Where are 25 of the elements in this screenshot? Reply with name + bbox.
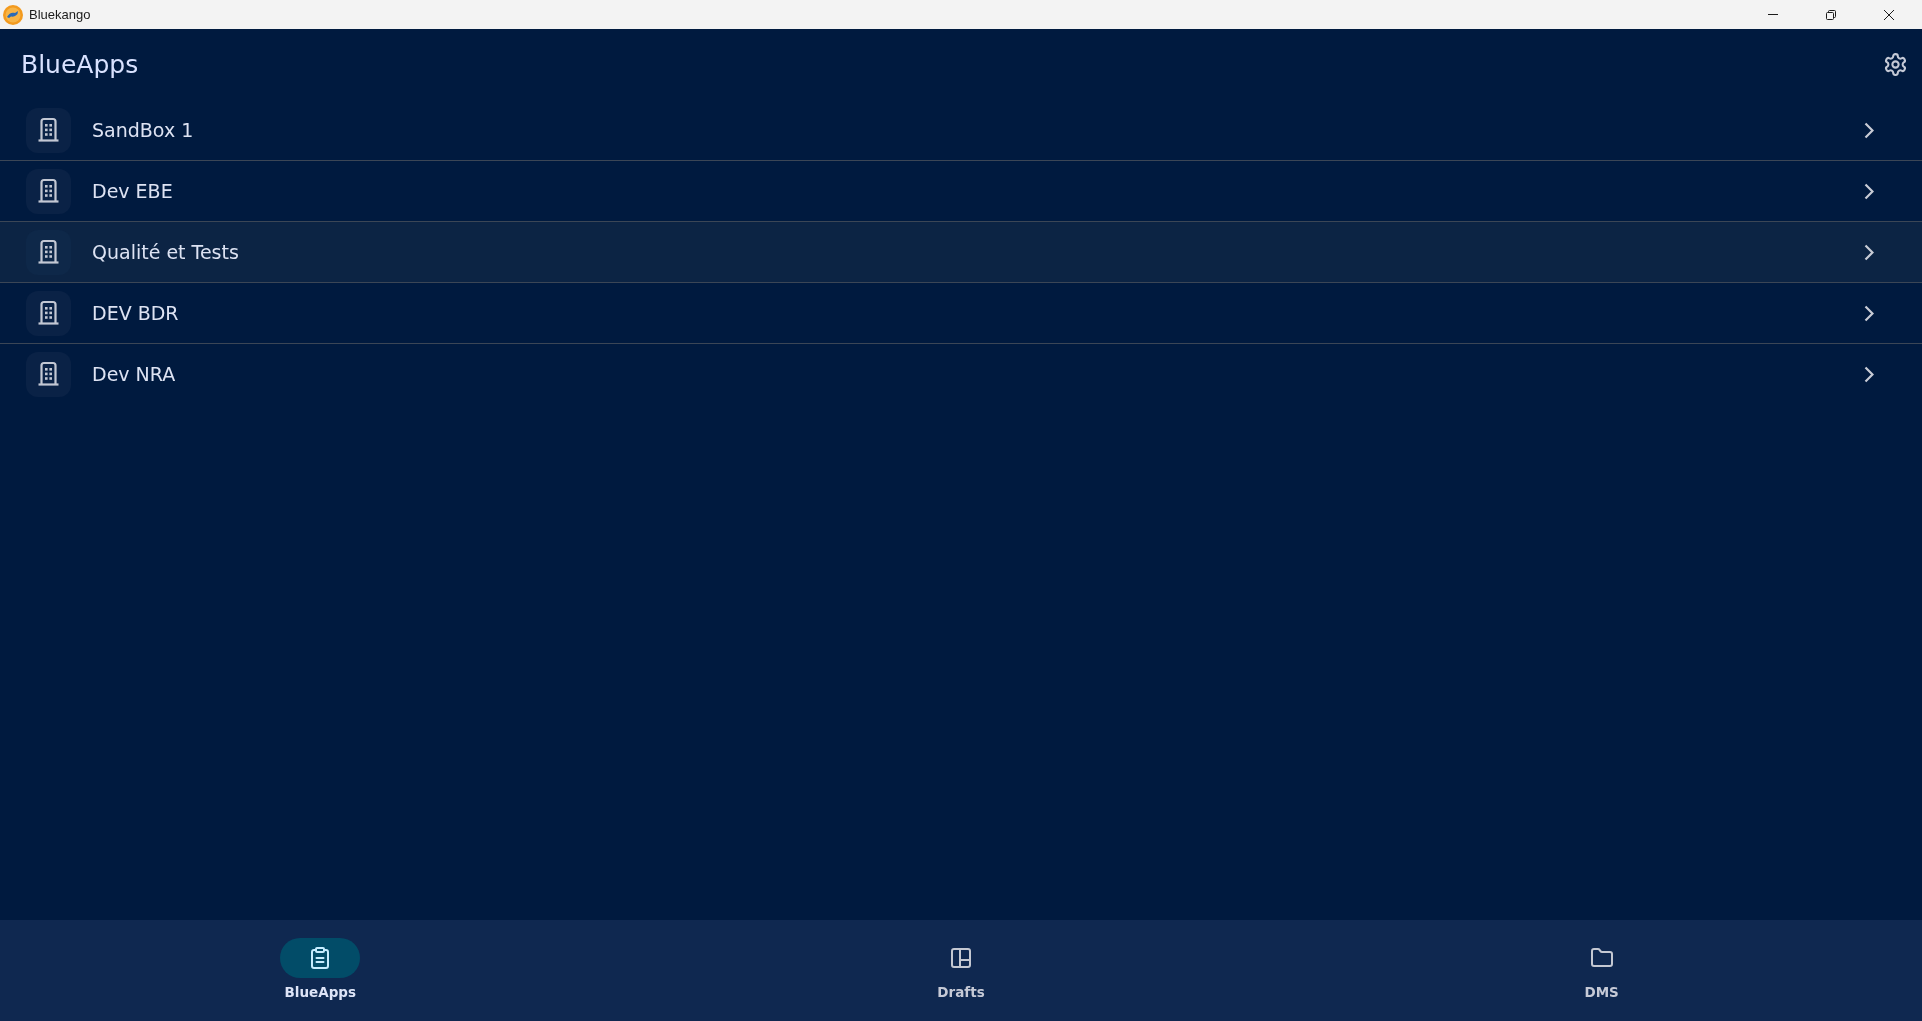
nav-tab[interactable]: DMS bbox=[1281, 920, 1922, 1021]
chevron-right-icon bbox=[1864, 121, 1874, 139]
chevron-right-icon bbox=[1864, 182, 1874, 200]
folder-icon bbox=[1589, 946, 1614, 970]
close-icon[interactable] bbox=[1883, 8, 1895, 21]
chevron-right-icon bbox=[1864, 304, 1874, 322]
app-logo-icon bbox=[3, 4, 23, 25]
workspace-item[interactable]: DEV BDR bbox=[0, 283, 1922, 344]
building-icon bbox=[26, 168, 71, 214]
chevron-right-icon bbox=[1864, 243, 1874, 261]
page-title: BlueApps bbox=[21, 50, 140, 79]
settings-icon[interactable] bbox=[1883, 52, 1908, 77]
window-title: Bluekango bbox=[29, 7, 92, 22]
nav-tab[interactable]: Drafts bbox=[640, 920, 1282, 1021]
nav-tab[interactable]: BlueApps bbox=[0, 920, 641, 1021]
restore-icon[interactable] bbox=[1825, 8, 1837, 21]
chevron-right-icon bbox=[1864, 365, 1874, 383]
building-icon bbox=[26, 290, 71, 336]
clipboard-icon bbox=[280, 938, 361, 978]
workspace-item[interactable]: Qualité et Tests bbox=[0, 222, 1922, 283]
workspace-item[interactable]: SandBox 1 bbox=[0, 100, 1922, 161]
layout-panels-icon bbox=[949, 946, 973, 970]
workspace-item[interactable]: Dev NRA bbox=[0, 344, 1922, 404]
building-icon bbox=[26, 107, 71, 153]
building-icon bbox=[26, 351, 71, 397]
